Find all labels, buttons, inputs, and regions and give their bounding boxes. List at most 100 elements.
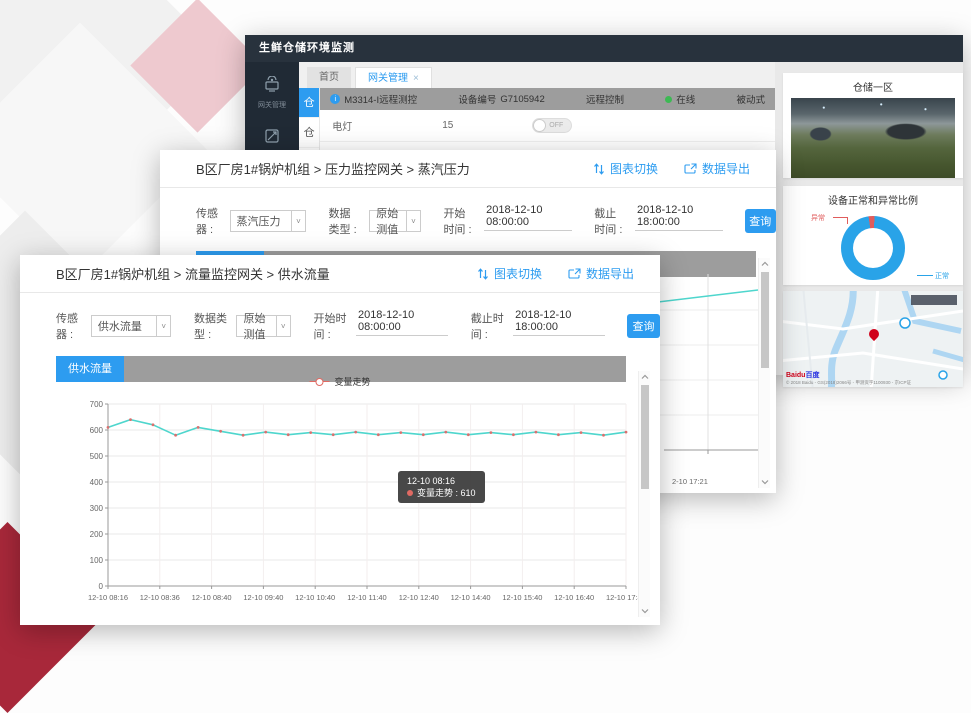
light-value: 15 [442,120,532,131]
export-icon [568,268,581,280]
sidebar-item-gateway[interactable]: 网关管理 [245,76,299,128]
light-name: 电灯 [332,118,442,133]
chart-switch-button[interactable]: 图表切换 [593,160,658,177]
datatype-select[interactable]: 原始测值 ˅ [236,315,290,337]
zone-card-title: 仓储一区 [783,73,963,98]
sensor-select[interactable]: 蒸汽压力 ˅ [230,210,306,232]
window-title: 生鲜仓储环境监测 [245,35,963,62]
chart-switch-label: 图表切换 [610,160,658,177]
chart-tooltip: 12-10 08:16 变量走势 : 610 [398,471,485,503]
data-export-label: 数据导出 [586,265,634,282]
analysis-icon [264,128,280,149]
tab-close-icon[interactable]: × [413,73,419,84]
svg-text:300: 300 [90,504,104,513]
data-export-label: 数据导出 [702,160,750,177]
end-time-label: 截止时间 : [594,205,627,237]
tab-gateway-management[interactable]: 网关管理 × [355,67,432,88]
legend-marker-icon [309,378,329,386]
remote-control-link[interactable]: 远程控制 [586,92,624,106]
online-status-icon [665,96,672,103]
toggle-knob-icon [533,119,546,132]
tooltip-time: 12-10 08:16 [407,475,476,487]
zone-photo-card: 仓储一区 [783,73,963,178]
svg-text:600: 600 [90,426,104,435]
tooltip-series: 变量走势 [417,488,453,498]
zone-menu-item[interactable]: 仓储二区 [299,118,319,148]
device-code-label: 设备编号 [458,92,496,106]
zone-menu-item[interactable]: 仓储一区 [299,88,319,118]
query-button[interactable]: 查询 [745,209,776,233]
warehouse-photo [791,98,955,178]
map-poi-label [911,295,957,305]
start-time-label: 开始时间 : [314,310,348,342]
gateway-icon [263,76,281,97]
breadcrumb: B区厂房1#锅炉机组 > 压力监控网关 > 蒸汽压力 [196,159,470,178]
chevron-down-icon: ˅ [291,211,305,231]
datatype-label: 数据类型 : [194,310,228,342]
svg-text:700: 700 [90,400,104,409]
ratio-card: 设备正常和异常比例 异常 正常 [783,186,963,285]
device-code: G7105942 [500,94,544,105]
right-cards-column: 仓储一区 设备正常和异常比例 异常 正常 [783,73,963,390]
sensor-select-value: 蒸汽压力 [231,213,291,229]
tab-home[interactable]: 首页 [307,67,351,88]
sensor-select[interactable]: 供水流量 ˅ [91,315,171,337]
swap-arrows-icon [477,268,489,280]
chart-switch-button[interactable]: 图表切换 [477,265,542,282]
end-time-input[interactable]: 2018-12-10 18:00:00 [513,316,605,336]
supply-water-flow-panel: B区厂房1#锅炉机组 > 流量监控网关 > 供水流量 图表切换 数据导出 传感器… [20,255,660,625]
device-header-bar: i M3314-I远程测控 设备编号 G7105942 远程控制 在线 被动式 [320,88,775,110]
front-scroll-thumb[interactable] [641,385,649,489]
query-button[interactable]: 查询 [627,314,660,338]
sensor-label: 传感器 : [196,205,222,237]
end-time-input[interactable]: 2018-12-10 18:00:00 [635,211,723,231]
location-map[interactable]: Baidu百度 © 2018 Baidu - GS(2018)2066号 - 甲… [783,291,963,387]
chevron-down-icon: ˅ [156,316,170,336]
partial-axis-label: 2-10 17:21 [672,477,708,486]
tooltip-value: 610 [461,488,476,498]
datatype-select-value: 原始测值 [237,310,275,342]
series-tab-supply-water-flow[interactable]: 供水流量 [56,356,124,382]
supply-water-flow-chart[interactable]: 010020030040050060070012-10 08:1612-10 0… [60,390,640,622]
svg-text:12-10 16:40: 12-10 16:40 [554,593,594,602]
middle-scroll-thumb[interactable] [761,272,769,368]
middle-scrollbar[interactable] [758,258,770,488]
tab-gateway-label: 网关管理 [368,73,408,84]
sensor-select-value: 供水流量 [92,318,156,334]
donut-hole [853,228,893,268]
ratio-card-title: 设备正常和异常比例 [783,186,963,211]
chevron-down-icon: ˅ [276,316,290,336]
chart-switch-label: 图表切换 [494,265,542,282]
svg-text:12-10 17:40: 12-10 17:40 [606,593,640,602]
light-toggle[interactable]: OFF [532,118,572,133]
svg-text:100: 100 [90,556,104,565]
online-status: 在线 [676,92,695,106]
toggle-state-label: OFF [549,122,563,129]
start-time-label: 开始时间 : [443,205,476,237]
data-export-button[interactable]: 数据导出 [568,265,634,282]
chart-legend[interactable]: 变量走势 [309,375,370,388]
svg-text:12-10 08:40: 12-10 08:40 [192,593,232,602]
light-row: 电灯 15 OFF [320,110,775,142]
swap-arrows-icon [593,163,605,175]
svg-text:400: 400 [90,478,104,487]
svg-text:12-10 14:40: 12-10 14:40 [451,593,491,602]
export-icon [684,163,697,175]
start-time-input[interactable]: 2018-12-10 08:00:00 [484,211,572,231]
device-mode: 被动式 [736,92,765,106]
chevron-down-icon: ˅ [406,211,420,231]
svg-text:12-10 11:40: 12-10 11:40 [347,593,386,602]
svg-text:12-10 09:40: 12-10 09:40 [243,593,283,602]
steam-pressure-chart-partial [654,268,770,478]
svg-text:12-10 15:40: 12-10 15:40 [502,593,542,602]
device-name: M3314-I远程测控 [344,92,417,106]
svg-text:500: 500 [90,452,104,461]
svg-text:0: 0 [99,582,104,591]
start-time-input[interactable]: 2018-12-10 08:00:00 [356,316,448,336]
svg-text:12-10 10:40: 12-10 10:40 [295,593,335,602]
map-attribution: © 2018 Baidu - GS(2018)2066号 - 甲测资字11009… [786,380,911,386]
front-scrollbar[interactable] [638,371,650,617]
svg-text:200: 200 [90,530,104,539]
datatype-select[interactable]: 原始测值 ˅ [369,210,421,232]
data-export-button[interactable]: 数据导出 [684,160,750,177]
